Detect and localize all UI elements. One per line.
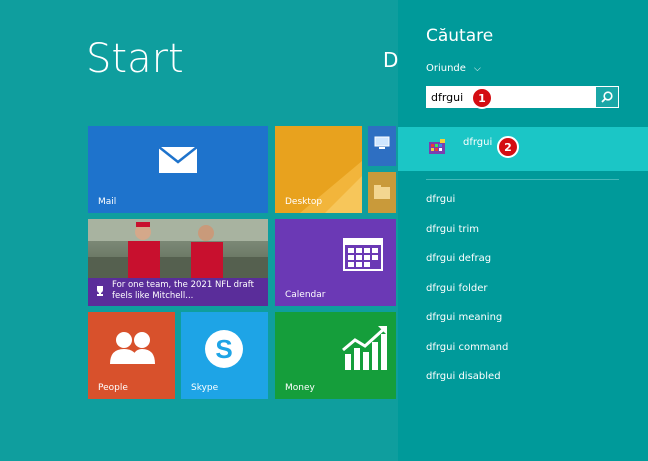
tile-money[interactable]: Money: [275, 312, 396, 399]
tile-mail[interactable]: Mail: [88, 126, 268, 213]
skype-icon: S: [205, 330, 243, 368]
tile-skype[interactable]: S Skype: [181, 312, 268, 399]
search-top-result-label: dfrgui: [463, 137, 493, 148]
people-icon: [110, 332, 155, 364]
calendar-icon: [343, 238, 383, 271]
search-panel-title: Căutare: [426, 26, 494, 46]
search-charm-panel: Căutare Oriunde ⌵ dfrgui dfrgui dfrgui tr…: [398, 0, 648, 461]
step-badge-1: 1: [471, 87, 493, 109]
svg-text:S: S: [215, 334, 232, 364]
search-suggestion[interactable]: dfrgui command: [426, 342, 508, 372]
start-title: Start: [86, 36, 184, 82]
news-headline: For one team, the 2021 NFL draft feels l…: [112, 280, 254, 301]
tile-desktop[interactable]: Desktop: [275, 126, 362, 213]
search-top-result[interactable]: dfrgui: [398, 127, 648, 171]
tile-label: Skype: [191, 383, 219, 393]
tile-label: People: [98, 383, 128, 393]
search-suggestion[interactable]: dfrgui disabled: [426, 371, 508, 401]
tile-label: Money: [285, 383, 315, 393]
tile-people[interactable]: People: [88, 312, 175, 399]
tile-label: Desktop: [285, 197, 323, 207]
search-scope-dropdown[interactable]: Oriunde ⌵: [426, 63, 481, 74]
news-caption-bar: For one team, the 2021 NFL draft feels l…: [88, 278, 268, 306]
chevron-down-icon: ⌵: [473, 64, 481, 74]
user-account[interactable]: D: [383, 48, 398, 72]
divider: [426, 179, 619, 180]
money-chart-icon: [342, 326, 387, 370]
search-button[interactable]: [596, 87, 618, 107]
news-photo: [88, 219, 268, 279]
search-suggestion[interactable]: dfrgui meaning: [426, 312, 508, 342]
search-suggestions-list: dfrgui dfrgui trim dfrgui defrag dfrgui …: [426, 194, 508, 401]
search-suggestion[interactable]: dfrgui defrag: [426, 253, 508, 283]
mail-icon: [158, 146, 198, 173]
search-suggestion[interactable]: dfrgui: [426, 194, 508, 224]
trophy-icon: [97, 286, 103, 296]
folder-icon: [374, 185, 390, 199]
search-icon: [601, 91, 613, 103]
computer-icon: [374, 136, 390, 149]
tile-file-explorer[interactable]: [368, 172, 396, 213]
search-input[interactable]: [431, 90, 591, 105]
search-scope-label: Oriunde: [426, 63, 466, 74]
defragment-app-icon: [429, 139, 445, 154]
tile-news[interactable]: For one team, the 2021 NFL draft feels l…: [88, 219, 268, 306]
search-suggestion[interactable]: dfrgui trim: [426, 224, 508, 254]
tile-label: Mail: [98, 197, 117, 207]
tile-label: Calendar: [285, 290, 326, 300]
search-box: [426, 86, 619, 108]
tile-this-pc[interactable]: [368, 126, 396, 166]
search-suggestion[interactable]: dfrgui folder: [426, 283, 508, 313]
step-badge-2: 2: [497, 136, 519, 158]
tile-calendar[interactable]: Calendar: [275, 219, 396, 306]
